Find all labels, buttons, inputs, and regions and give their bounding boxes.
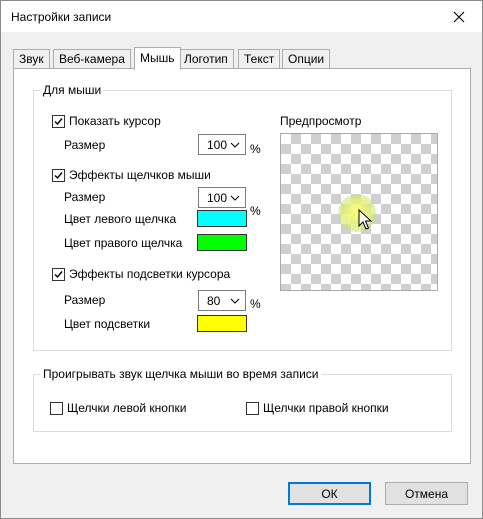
cursor-size-select[interactable]: 100 <box>198 134 246 155</box>
checkmark-icon <box>54 171 63 179</box>
right-clicks-checkbox-box[interactable] <box>246 401 259 415</box>
right-clicks-label: Щелчки правой кнопки <box>263 401 389 415</box>
tab-logo[interactable]: Логотип <box>178 49 234 69</box>
right-click-color-label: Цвет правого щелчка <box>64 236 183 250</box>
chevron-down-icon <box>230 142 240 148</box>
chevron-down-icon <box>230 298 240 304</box>
highlight-color-swatch[interactable] <box>197 315 247 332</box>
cursor-size-label: Размер <box>64 138 106 152</box>
mouse-group-legend: Для мыши <box>40 83 105 97</box>
preview-label: Предпросмотр <box>280 114 362 128</box>
tab-options[interactable]: Опции <box>282 49 331 69</box>
click-effects-checkbox[interactable]: Эффекты щелчков мыши <box>52 168 211 182</box>
cancel-button[interactable]: Отмена <box>385 482 468 505</box>
tab-sound[interactable]: Звук <box>13 49 50 69</box>
checkmark-icon <box>54 270 63 278</box>
click-sound-legend: Проигрывать звук щелчка мыши во время за… <box>40 367 322 381</box>
left-click-color-swatch[interactable] <box>197 210 247 227</box>
highlight-size-value: 80 <box>207 293 221 308</box>
window-title: Настройки записи <box>11 10 112 24</box>
left-clicks-label: Щелчки левой кнопки <box>67 401 187 415</box>
mouse-settings-group: Для мыши Показать курсор Размер 100 % Эф… <box>33 83 452 351</box>
click-effects-label: Эффекты щелчков мыши <box>69 168 211 182</box>
click-sound-group: Проигрывать звук щелчка мыши во время за… <box>33 367 452 432</box>
right-click-color-swatch[interactable] <box>197 234 247 251</box>
left-clicks-checkbox-box[interactable] <box>50 401 63 415</box>
show-cursor-label: Показать курсор <box>69 114 161 128</box>
click-effects-checkbox-box[interactable] <box>52 168 65 182</box>
right-clicks-checkbox[interactable]: Щелчки правой кнопки <box>246 401 389 415</box>
highlight-size-label: Размер <box>64 293 106 307</box>
close-button[interactable] <box>436 1 482 32</box>
click-size-select[interactable]: 100 <box>198 187 246 208</box>
show-cursor-checkbox-box[interactable] <box>52 114 65 128</box>
highlight-effects-checkbox-box[interactable] <box>52 267 65 281</box>
click-size-label: Размер <box>64 190 106 204</box>
show-cursor-checkbox[interactable]: Показать курсор <box>52 114 161 128</box>
left-clicks-checkbox[interactable]: Щелчки левой кнопки <box>50 401 186 415</box>
tab-text[interactable]: Текст <box>238 49 281 69</box>
tab-webcam[interactable]: Веб-камера <box>53 49 131 69</box>
checkmark-icon <box>54 117 63 125</box>
close-icon <box>453 11 465 22</box>
highlight-effects-checkbox[interactable]: Эффекты подсветки курсора <box>52 267 230 281</box>
click-size-unit: % <box>250 204 261 218</box>
title-bar: Настройки записи <box>1 1 482 32</box>
highlight-size-unit: % <box>250 297 261 311</box>
settings-dialog: Настройки записи Звук Веб-камера Мышь Ло… <box>0 0 483 519</box>
preview-area <box>280 133 438 291</box>
cursor-size-value: 100 <box>207 137 228 152</box>
left-click-color-label: Цвет левого щелчка <box>64 212 177 226</box>
cursor-size-unit: % <box>250 142 261 156</box>
tab-mouse[interactable]: Мышь <box>134 47 181 70</box>
chevron-down-icon <box>230 195 240 201</box>
highlight-size-select[interactable]: 80 <box>198 290 246 311</box>
highlight-effects-label: Эффекты подсветки курсора <box>69 267 231 281</box>
ok-button[interactable]: ОК <box>288 482 371 505</box>
click-size-value: 100 <box>207 190 228 205</box>
highlight-color-label: Цвет подсветки <box>64 317 151 331</box>
mouse-tab-panel: Для мыши Показать курсор Размер 100 % Эф… <box>13 68 471 464</box>
mouse-pointer-icon <box>358 209 372 230</box>
